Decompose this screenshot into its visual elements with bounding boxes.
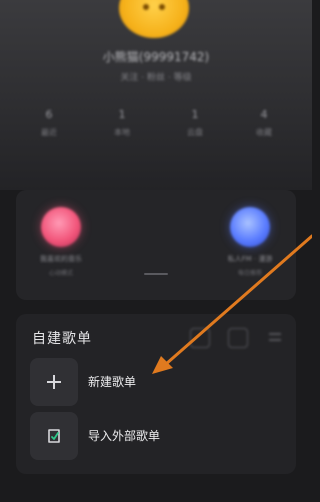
stat-label: 云盘 [187, 128, 203, 137]
liked-music-label[interactable]: 我喜欢的音乐 心动模式 [26, 254, 96, 277]
import-playlist-label[interactable]: 导入外部歌单 [88, 427, 160, 444]
new-playlist-button[interactable] [30, 358, 78, 406]
liked-music-title: 我喜欢的音乐 [40, 255, 82, 263]
username[interactable]: 小熊猫(99991742) [0, 48, 312, 65]
personal-fm-sub: 每日推荐 [237, 270, 262, 277]
import-playlist-row[interactable]: 导入外部歌单 [30, 412, 270, 460]
plus-icon [47, 375, 61, 389]
liked-music-orb-icon[interactable] [41, 207, 81, 247]
stat-value: 6 [45, 108, 53, 121]
section-title: 自建歌单 [32, 331, 92, 347]
new-playlist-label[interactable]: 新建歌单 [88, 373, 136, 390]
stat-label: 收藏 [256, 128, 272, 137]
personal-fm-title: 私人FM · 漫游 [227, 255, 273, 263]
playlist-manage-icon[interactable] [228, 328, 248, 348]
playlist-tool-icon[interactable] [190, 328, 210, 348]
more-menu-icon[interactable] [266, 328, 284, 346]
stat-cloud[interactable]: 1 云盘 [175, 108, 215, 138]
import-icon [48, 429, 60, 443]
profile-subinfo: 关注 · 粉丝 · 等级 [120, 73, 192, 83]
avatar-eye-right [159, 4, 165, 10]
stat-label: 本地 [114, 128, 130, 137]
import-playlist-button[interactable] [30, 412, 78, 460]
avatar-eye-left [143, 4, 149, 10]
personal-fm-label[interactable]: 私人FM · 漫游 每日推荐 [215, 254, 285, 277]
personal-fm-orb-icon[interactable] [230, 207, 270, 247]
stat-recent[interactable]: 6 最近 [29, 108, 69, 138]
radio-card: 我喜欢的音乐 心动模式 私人FM · 漫游 每日推荐 [16, 190, 296, 300]
liked-music-sub: 心动模式 [48, 270, 73, 277]
stat-favorites[interactable]: 4 收藏 [244, 108, 284, 138]
stat-value: 4 [260, 108, 268, 121]
stat-value: 1 [191, 108, 199, 121]
new-playlist-row[interactable]: 新建歌单 [30, 358, 270, 406]
created-playlists-card: 自建歌单 新建歌单 导入外部歌单 [16, 314, 296, 474]
stat-local[interactable]: 1 本地 [102, 108, 142, 138]
carousel-indicator [144, 273, 168, 275]
stat-value: 1 [118, 108, 126, 121]
stat-label: 最近 [41, 128, 57, 137]
